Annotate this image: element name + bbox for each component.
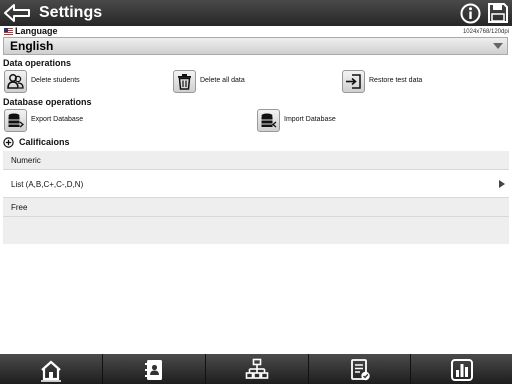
tab-home[interactable]	[0, 354, 103, 384]
language-label: Language	[15, 26, 58, 36]
list-item-label: Free	[11, 203, 28, 212]
tab-chart[interactable]	[411, 354, 512, 384]
tab-report[interactable]	[309, 354, 411, 384]
import-database-button[interactable]: Import Database	[257, 109, 377, 133]
bottom-tab-bar	[0, 354, 512, 384]
tab-hierarchy[interactable]	[206, 354, 309, 384]
list-item-letter-grades[interactable]: List (A,B,C+,C-,D,N)	[3, 170, 509, 198]
back-arrow-icon[interactable]	[3, 3, 31, 23]
list-item-free[interactable]: Free	[3, 198, 509, 217]
plus-circle-icon[interactable]	[3, 137, 14, 148]
restore-test-data-label: Restore test data	[369, 77, 423, 84]
export-database-label: Export Database	[31, 116, 84, 123]
delete-students-button[interactable]: Delete students	[4, 70, 124, 94]
restore-test-data-button[interactable]: Restore test data	[342, 70, 462, 94]
home-icon	[41, 360, 61, 382]
califications-list: Numeric List (A,B,C+,C-,D,N) Free	[3, 151, 509, 244]
tab-contacts[interactable]	[103, 354, 206, 384]
language-row: Language 1024x768/120dpi	[3, 26, 509, 37]
top-bar: Settings	[0, 0, 512, 26]
restore-icon	[346, 74, 361, 89]
delete-all-data-button[interactable]: Delete all data	[173, 70, 293, 94]
trash-icon	[178, 74, 191, 90]
import-database-icon-box	[257, 109, 280, 132]
list-item-label: List (A,B,C+,C-,D,N)	[11, 180, 84, 189]
restore-test-data-icon-box	[342, 70, 365, 93]
dropdown-arrow-icon	[493, 43, 503, 49]
delete-all-data-icon-box	[173, 70, 196, 93]
report-icon	[350, 359, 370, 381]
chevron-right-icon	[499, 180, 505, 188]
info-icon[interactable]	[460, 3, 481, 24]
export-database-icon	[8, 113, 24, 128]
data-operations-title: Data operations	[3, 58, 72, 68]
list-item-numeric[interactable]: Numeric	[3, 151, 509, 170]
page-title: Settings	[39, 4, 103, 21]
export-database-button[interactable]: Export Database	[4, 109, 124, 133]
delete-students-icon-box	[4, 70, 27, 93]
language-select[interactable]: English	[3, 37, 508, 55]
califications-title: Calificaions	[19, 137, 70, 147]
delete-students-label: Delete students	[31, 77, 80, 84]
language-value: English	[10, 39, 54, 53]
list-item-label: Numeric	[11, 156, 41, 165]
chart-icon	[450, 359, 473, 381]
floppy-disk-icon[interactable]	[487, 2, 509, 24]
contacts-icon	[145, 360, 162, 380]
database-operations-title: Database operations	[3, 97, 92, 107]
export-database-icon-box	[4, 109, 27, 132]
delete-all-data-label: Delete all data	[200, 77, 245, 84]
import-database-icon	[261, 113, 277, 128]
resolution-text: 1024x768/120dpi	[462, 29, 509, 35]
import-database-label: Import Database	[284, 116, 336, 123]
delete-students-icon	[7, 74, 24, 89]
hierarchy-icon	[245, 358, 269, 379]
us-flag-icon	[4, 28, 13, 35]
